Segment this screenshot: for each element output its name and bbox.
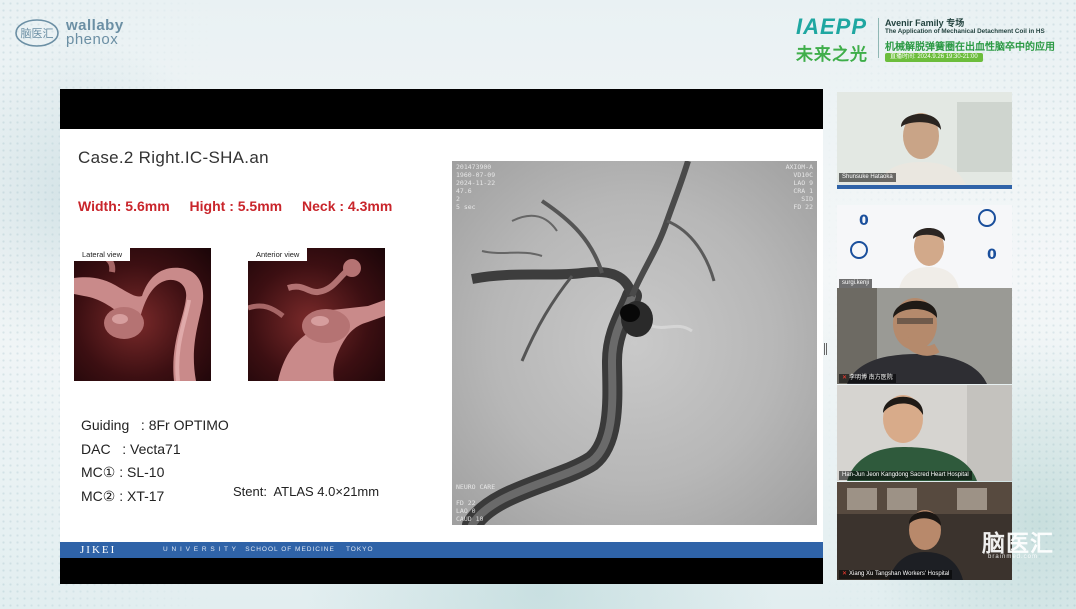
participant-name: ✕ Xiang Xu Tangshan Workers' Hospital (839, 570, 953, 579)
svg-text:脑医汇: 脑医汇 (21, 27, 54, 40)
spec-guiding: Guiding : 8Fr OPTIMO (81, 417, 229, 433)
spec-mc1: MC① : SL-10 (81, 464, 165, 480)
phenox-text: phenox (66, 31, 119, 48)
neck-value: Neck : 4.3mm (302, 198, 393, 214)
svg-text:0: 0 (859, 213, 869, 229)
video-tile[interactable]: Han-Jun Jeon Kangdong Sacred Heart Hospi… (837, 385, 1012, 481)
participant-video: 0 0 (837, 205, 1012, 289)
angio-overlay-right: AXIOM-A VD10C LAO 9 CRA 1 SID FD 22 (785, 163, 813, 211)
participant-video (837, 385, 1012, 481)
participant-name: Han-Jun Jeon Kangdong Sacred Heart Hospi… (839, 471, 972, 480)
lateral-view-image: Lateral view (74, 248, 211, 381)
muted-mic-icon: ✕ (842, 375, 848, 381)
video-tile[interactable]: Shunsuke Hataoka (837, 92, 1012, 189)
width-value: Width: 5.6mm (78, 198, 170, 214)
brainmed-watermark: 脑医汇 brainmed.com (982, 524, 1060, 570)
watermark-url: brainmed.com (988, 554, 1039, 560)
anterior-view-label: Anterior view (248, 248, 308, 261)
participant-panel: Shunsuke Hataoka 0 0 surgi.kenji ✕ 李明博 南方… (837, 92, 1012, 580)
spec-dac: DAC : Vecta71 (81, 440, 181, 457)
participant-name-text: Xiang Xu Tangshan Workers' Hospital (849, 571, 950, 577)
event-divider (878, 18, 879, 58)
event-subtitle-en: The Application of Mechanical Detachment… (885, 28, 1045, 35)
footer-jikei: JIKEI (80, 544, 117, 556)
video-tile[interactable]: 0 0 surgi.kenji (837, 205, 1012, 289)
angio-overlay-left: 201473900 1960-07-09 2024-11-22 47.6 2 5 sec (456, 163, 496, 211)
angio-overlay-bottom: NEURO CARE FD 22 LAO 0 CAUD 10 (456, 483, 496, 523)
event-brand-cn: 未来之光 (796, 45, 868, 64)
event-brand: IAEPP (796, 14, 868, 39)
slide-footer: JIKEI U N I V E R S I T Y SCHOOL OF MEDI… (60, 542, 823, 558)
participant-video (837, 288, 1012, 384)
presentation-slide: Case.2 Right.IC-SHA.an Width: 5.6mm High… (60, 129, 823, 558)
spec-stent: Stent: ATLAS 4.0×21mm (233, 484, 380, 499)
participant-name: ✕ 李明博 南方医院 (839, 374, 896, 383)
event-date: 直播时间: 2024.9.26 19:30-21:00 (885, 53, 983, 62)
video-tile[interactable]: ✕ 李明博 南方医院 (837, 288, 1012, 384)
event-subtitle-cn: 机械解脱弹簧圈在出血性脑卒中的应用 (885, 42, 1055, 53)
footer-university: U N I V E R S I T Y SCHOOL OF MEDICINE T… (163, 546, 374, 553)
event-header: IAEPP 未来之光 Avenir Family 专场 The Applicat… (796, 14, 1071, 64)
participant-name: Shunsuke Hataoka (839, 173, 896, 182)
slide-title: Case.2 Right.IC-SHA.an (78, 148, 269, 167)
device-specs: Guiding : 8Fr OPTIMO DAC : Vecta71 MC① :… (81, 414, 229, 508)
anterior-view-image: Anterior view (248, 248, 385, 381)
participant-name-text: 李明博 南方医院 (849, 375, 893, 381)
angiography-image: 201473900 1960-07-09 2024-11-22 47.6 2 5 sec … (452, 161, 817, 525)
panel-collapse-handle[interactable] (824, 343, 827, 355)
svg-text:0: 0 (987, 247, 997, 263)
muted-mic-icon: ✕ (842, 571, 848, 577)
height-value: Hight : 5.5mm (189, 198, 283, 214)
watermark-text: 脑医汇 (982, 530, 1054, 556)
participant-name: surgi.kenji (839, 279, 873, 288)
aneurysm-dimensions: Width: 5.6mm Hight : 5.5mm Neck : 4.3mm (78, 198, 408, 214)
spec-mc2: MC② : XT-17 (81, 487, 165, 504)
shared-screen: Case.2 Right.IC-SHA.an Width: 5.6mm High… (60, 89, 823, 584)
brainmed-logo: 脑医汇 (14, 18, 60, 48)
wallaby-phenox-logo: wallaby phenox (66, 18, 136, 50)
lateral-view-label: Lateral view (74, 248, 131, 261)
